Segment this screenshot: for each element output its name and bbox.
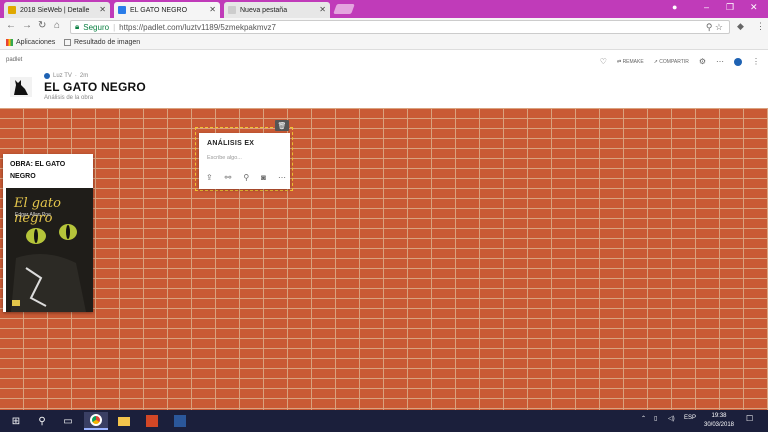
windows-start-icon[interactable]: ⊞ <box>4 412 28 430</box>
link-icon[interactable]: ⚯ <box>225 173 232 182</box>
menu-icon[interactable]: ⋮ <box>756 21 765 32</box>
cat-icon <box>10 77 32 97</box>
new-tab-button[interactable] <box>333 4 355 14</box>
cover-author: Edgar Allan Poe <box>15 212 51 218</box>
book-cover-image[interactable]: El gato negro Edgar Allan Poe <box>6 188 93 312</box>
browser-toolbar: ← → ↻ ⌂ 🔒︎ Seguro | https://padlet.com/l… <box>0 18 768 36</box>
apps-grid-icon <box>6 39 13 46</box>
clock-time: 19:38 <box>711 413 727 419</box>
close-icon[interactable]: ✕ <box>209 5 216 14</box>
taskbar-clock[interactable]: 19:38 30/03/2018 <box>702 412 736 430</box>
composer-body-input[interactable]: Escribe algo... <box>207 155 242 161</box>
tray-chevron-icon[interactable]: ⌃ <box>641 415 646 422</box>
more-options-icon[interactable]: ⋯ <box>278 173 286 182</box>
window-close-icon[interactable]: ✕ <box>750 2 758 13</box>
clock-date: 30/03/2018 <box>703 422 735 428</box>
bullet: · <box>74 73 77 79</box>
address-bar[interactable]: 🔒︎ Seguro | https://padlet.com/luztv1189… <box>70 20 730 34</box>
notifications-icon[interactable]: ☐ <box>746 414 753 423</box>
wall-description: Análisis de la obra <box>44 95 94 101</box>
search-icon[interactable]: ⚲ <box>30 412 54 430</box>
bookmark-image-result[interactable]: Resultado de imagen <box>64 39 140 46</box>
tab-sieweb[interactable]: 2018 SieWeb | Detalle ✕ <box>4 2 110 18</box>
bookmark-label: Aplicaciones <box>16 39 56 46</box>
chrome-icon[interactable] <box>84 412 108 430</box>
secure-label: Seguro <box>83 22 110 32</box>
separator: | <box>113 22 116 32</box>
camera-icon[interactable]: ◙ <box>261 173 266 182</box>
minimize-icon[interactable]: – <box>704 2 709 12</box>
post-title: OBRA: EL GATO NEGRO <box>10 161 66 180</box>
settings-gear-icon[interactable]: ⚙ <box>699 57 706 66</box>
share-button[interactable]: ➚ COMPARTIR <box>654 59 689 65</box>
share-label: COMPARTIR <box>659 58 689 65</box>
composer-toolbar: ⇪ ⚯ ⚲ ◙ ⋯ <box>206 173 286 182</box>
windows-taskbar: ⊞ ⚲ ▭ ⌃ ▯ ◁) ESP 19:38 30/03/2018 ☐ <box>0 410 768 432</box>
author-avatar <box>44 73 50 79</box>
more-icon[interactable]: ⋯ <box>716 57 724 66</box>
maximize-icon[interactable]: ❐ <box>726 2 734 13</box>
padlet-logo[interactable]: padlet <box>6 57 22 63</box>
home-icon[interactable]: ⌂ <box>54 20 60 31</box>
remake-button[interactable]: ⇄ REMAKE <box>617 59 644 65</box>
reload-icon[interactable]: ↻ <box>38 20 46 31</box>
user-avatar[interactable] <box>734 57 742 66</box>
tab-label: 2018 SieWeb | Detalle <box>20 6 90 14</box>
tab-label: Nueva pestaña <box>240 6 288 14</box>
page-title: EL GATO NEGRO <box>44 80 146 94</box>
volume-icon[interactable]: ◁) <box>668 415 675 422</box>
heart-icon[interactable]: ♡ <box>600 57 607 66</box>
post-card[interactable]: OBRA: EL GATO NEGRO El gato negro Edgar … <box>3 154 93 312</box>
padlet-favicon-icon <box>118 6 126 14</box>
browser-tabstrip: 2018 SieWeb | Detalle ✕ EL GATO NEGRO ✕ … <box>0 0 768 18</box>
remake-label: REMAKE <box>622 58 644 65</box>
trash-icon[interactable]: 🗑︎ <box>275 120 289 131</box>
header-actions: ♡ ⇄ REMAKE ➚ COMPARTIR ⚙ ⋯ ⋮ <box>600 57 760 66</box>
file-explorer-icon[interactable] <box>112 412 136 430</box>
padlet-header: padlet ♡ ⇄ REMAKE ➚ COMPARTIR ⚙ ⋯ ⋮ Luz … <box>0 51 768 108</box>
task-view-icon[interactable]: ▭ <box>56 412 80 430</box>
tab-label: EL GATO NEGRO <box>130 6 188 14</box>
url-text: https://padlet.com/luztv1189/5zmekpakmvz… <box>119 22 276 32</box>
search-icon[interactable]: ⚲ <box>243 173 249 182</box>
tab-nueva-pestana[interactable]: Nueva pestaña ✕ <box>224 2 330 18</box>
bookmark-apps[interactable]: Aplicaciones <box>6 39 55 46</box>
author-name: Luz TV <box>53 73 72 79</box>
bookmarks-bar: Aplicaciones Resultado de imagen <box>0 36 768 50</box>
page-favicon-icon <box>228 6 236 14</box>
zoom-icon[interactable]: ⚲ ☆ <box>706 22 723 33</box>
composer-title-input[interactable]: ANÁLISIS EX <box>207 140 254 147</box>
bookmark-label: Resultado de imagen <box>74 39 141 46</box>
page-icon <box>64 39 71 46</box>
profile-icon[interactable]: ● <box>672 2 677 12</box>
powerpoint-icon[interactable] <box>140 412 164 430</box>
extension-icon[interactable]: ◆ <box>737 21 744 32</box>
upload-icon[interactable]: ⇪ <box>206 173 213 182</box>
post-time: 2m <box>79 73 89 79</box>
wall-icon-cat-silhouette <box>10 77 32 97</box>
forward-icon[interactable]: → <box>22 20 32 31</box>
post-composer[interactable]: ANÁLISIS EX Escribe algo... ⇪ ⚯ ⚲ ◙ ⋯ <box>199 133 290 189</box>
back-icon[interactable]: ← <box>6 20 16 31</box>
language-indicator[interactable]: ESP <box>684 415 696 421</box>
close-icon[interactable]: ✕ <box>99 5 106 14</box>
close-icon[interactable]: ✕ <box>319 5 326 14</box>
network-icon[interactable]: ▯ <box>654 415 657 422</box>
author-line: Luz TV · 2m <box>44 73 88 79</box>
padlet-wall-background[interactable] <box>0 108 768 410</box>
cover-title: El gato negro <box>14 196 61 226</box>
word-icon[interactable] <box>168 412 192 430</box>
sieweb-favicon-icon <box>8 6 16 14</box>
menu-icon[interactable]: ⋮ <box>752 57 760 66</box>
tab-el-gato-negro[interactable]: EL GATO NEGRO ✕ <box>114 2 220 18</box>
lock-icon: 🔒︎ <box>75 22 80 31</box>
